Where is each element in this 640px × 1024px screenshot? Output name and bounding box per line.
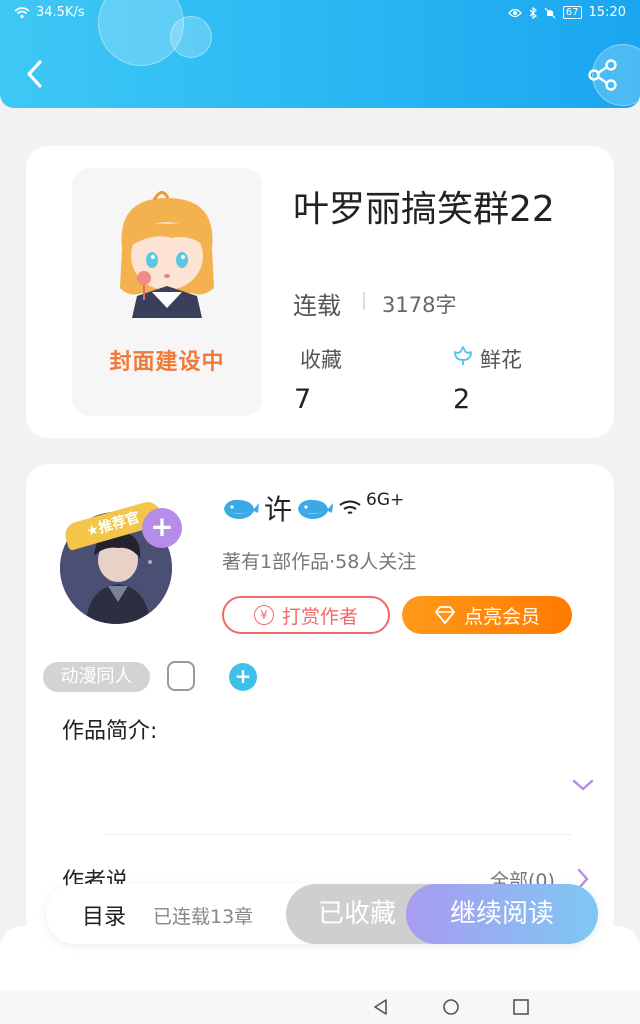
wifi-icon [339,500,361,514]
clock: 15:20 [588,5,626,20]
author-name-char: 许 [264,493,293,526]
section-divider [104,834,572,835]
author-name[interactable]: 许 6G+ [222,488,404,528]
divider [363,292,365,310]
nav-back-icon[interactable] [372,998,390,1016]
diamond-icon [435,606,455,624]
network-speed: 34.5K/s [36,5,85,20]
network-label: 6G+ [366,490,405,510]
intro-label: 作品简介: [62,719,158,744]
whale-icon [224,499,259,519]
battery-icon: 67 [562,6,582,19]
catalog-button[interactable]: 目录 [82,899,126,931]
vip-label: 点亮会员 [463,605,540,628]
bluetooth-icon [529,6,537,19]
word-count: 3178字 [382,293,457,317]
eye-icon [507,8,522,17]
yen-coin-icon: ¥ [253,605,274,625]
continue-reading-button[interactable]: 继续阅读 [406,884,598,944]
tip-author-button[interactable]: ¥ 打赏作者 [222,596,390,634]
genre-tag[interactable]: 动漫同人 [43,662,150,692]
serial-status: 连载 [293,292,341,320]
book-cover[interactable]: 封面建设中 [72,168,262,416]
nav-recents-icon[interactable] [512,998,530,1016]
follow-button[interactable]: + [142,508,182,548]
whale-icon [298,499,334,519]
system-nav-bar [0,990,640,1024]
share-icon[interactable] [586,58,620,92]
add-tag-button[interactable]: + [229,663,257,691]
flowers-count: 2 [453,384,471,415]
cover-girl-illustration [120,191,214,318]
chapter-count: 已连载13章 [153,906,254,928]
nav-home-icon[interactable] [442,998,460,1016]
favorites-label: 收藏 [300,348,342,372]
empty-tag[interactable] [167,661,195,691]
header: 34.5K/s 67 15:20 [0,0,640,108]
chevron-down-icon[interactable] [572,778,594,792]
mute-bell-icon [544,7,556,18]
status-bar: 34.5K/s 67 15:20 [0,0,640,26]
light-up-vip-button[interactable]: 点亮会员 [402,596,572,634]
wifi-icon [14,6,30,18]
back-icon[interactable] [22,56,48,92]
tip-author-label: 打赏作者 [281,605,358,628]
bottom-action-bar: 目录 已连载13章 已收藏 继续阅读 [46,884,598,944]
book-title: 叶罗丽搞笑群22 [293,189,555,230]
cover-caption: 封面建设中 [109,350,225,375]
favorites-count: 7 [294,384,312,415]
flower-icon [454,346,472,365]
author-meta: 著有1部作品·58人关注 [222,551,417,573]
flowers-label: 鲜花 [480,348,522,372]
